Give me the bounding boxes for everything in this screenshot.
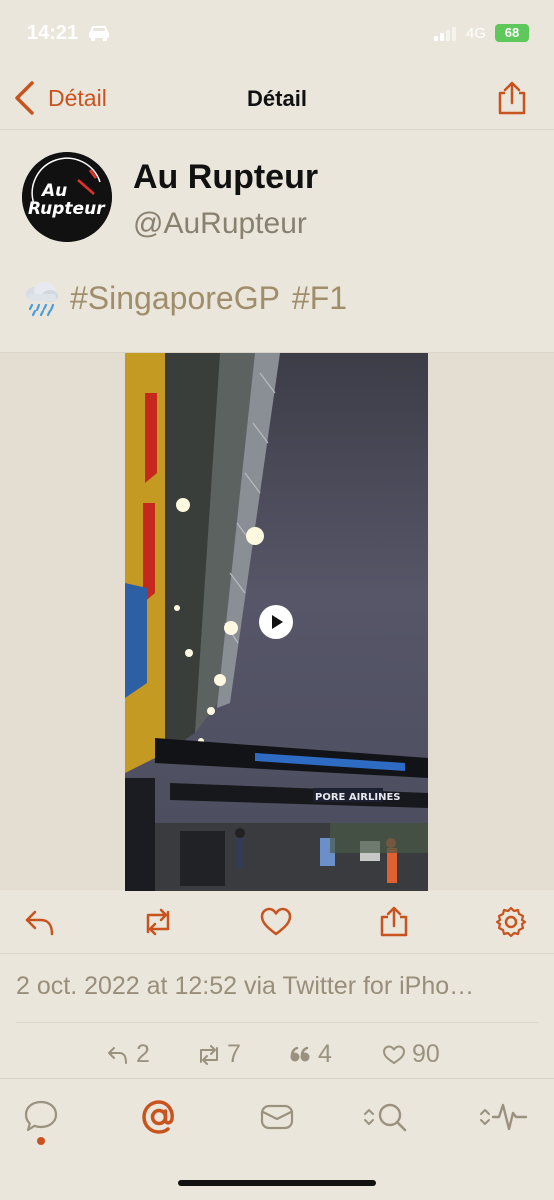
reply-icon [108, 1046, 127, 1064]
reply-count[interactable]: 2 [106, 1040, 150, 1069]
quote-count[interactable]: 4 [288, 1040, 332, 1069]
retweet-count[interactable]: 7 [197, 1040, 241, 1069]
hashtag-singaporegp[interactable]: #SingaporeGP [70, 280, 280, 317]
hashtag-f1[interactable]: #F1 [292, 280, 347, 317]
nav-bar: Détail Détail [0, 66, 554, 130]
author-handle[interactable]: @AuRupteur [133, 207, 307, 241]
video-thumbnail[interactable]: PORE AIRLINES [125, 353, 428, 891]
car-icon [89, 26, 109, 41]
network-type: 4G [466, 25, 487, 42]
tab-messages[interactable] [258, 1097, 296, 1137]
retweet-count-value: 7 [227, 1040, 241, 1068]
status-bar: 14:21 4G 68 [0, 0, 554, 66]
quote-icon [290, 1046, 310, 1061]
status-time: 14:21 [27, 22, 79, 44]
like-button[interactable] [259, 906, 293, 938]
at-sign-icon [142, 1100, 174, 1134]
chat-bubble-icon [24, 1100, 58, 1132]
tab-search[interactable] [362, 1097, 412, 1137]
tab-activity[interactable] [478, 1097, 530, 1137]
tab-mentions[interactable] [140, 1097, 178, 1137]
home-indicator[interactable] [178, 1180, 376, 1186]
retweet-button[interactable] [141, 906, 175, 938]
like-count[interactable]: 90 [382, 1040, 440, 1069]
share-icon [380, 906, 408, 937]
envelope-icon [260, 1104, 294, 1130]
search-icon [364, 1103, 407, 1132]
media-area: PORE AIRLINES [0, 352, 554, 891]
reply-button[interactable] [23, 906, 57, 938]
battery-indicator: 68 [495, 24, 529, 42]
tab-timeline[interactable] [22, 1097, 60, 1137]
svg-text:Rupteur: Rupteur [28, 199, 106, 219]
svg-text:Au: Au [40, 181, 67, 201]
avatar[interactable]: Au Rupteur [22, 152, 112, 242]
tweet-text: #SingaporeGP #F1 [22, 277, 359, 319]
signage-text: PORE AIRLINES [315, 792, 401, 803]
tweet-timestamp-source: 2 oct. 2022 at 12:52 via Twitter for iPh… [16, 972, 475, 1000]
share-button[interactable] [377, 906, 411, 938]
heart-icon [260, 907, 292, 936]
retweet-icon [200, 1044, 218, 1065]
tweet-actions [0, 890, 554, 954]
settings-button[interactable] [494, 906, 528, 938]
unread-dot [37, 1137, 45, 1145]
signal-icon [434, 27, 458, 41]
heart-icon [383, 1045, 405, 1064]
share-icon[interactable] [496, 80, 528, 116]
page-title: Détail [247, 86, 307, 111]
retweet-icon [146, 908, 170, 936]
quote-count-value: 4 [318, 1040, 332, 1068]
engagement-counts: 2 7 4 90 [0, 1040, 554, 1076]
activity-icon [480, 1103, 528, 1131]
reply-count-value: 2 [136, 1040, 150, 1068]
like-count-value: 90 [412, 1040, 440, 1068]
reply-icon [25, 910, 54, 936]
cloud-rain-icon [26, 282, 58, 317]
divider [16, 1022, 538, 1023]
play-button[interactable] [259, 605, 293, 639]
gear-icon [495, 906, 527, 938]
author-name[interactable]: Au Rupteur [133, 158, 318, 197]
au-rupteur-logo: Au Rupteur [22, 152, 112, 242]
